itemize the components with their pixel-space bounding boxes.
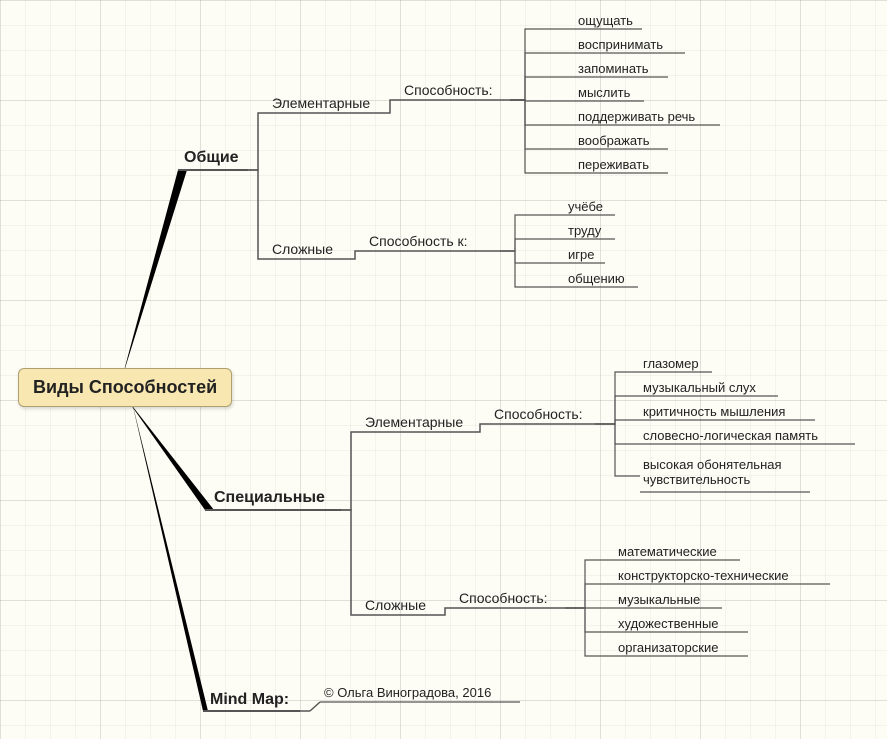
- leaf-special-elem-0: глазомер: [643, 356, 699, 371]
- leaf-special-compl-1: конструкторско-технические: [618, 568, 789, 583]
- leaf-general-elem-3: мыслить: [578, 85, 630, 100]
- leaf-special-elem-3: словесно-логическая память: [643, 428, 818, 443]
- leaf-special-elem-2: критичность мышления: [643, 404, 785, 419]
- general-elementary-ability: Способность:: [404, 82, 493, 98]
- special-elementary-ability: Способность:: [494, 406, 583, 422]
- branch-general: Общие: [184, 149, 239, 167]
- leaf-special-elem-1: музыкальный слух: [643, 380, 756, 395]
- leaf-general-compl-2: игре: [568, 247, 594, 262]
- leaf-special-elem-4: высокая обонятельная чувствительность: [643, 458, 823, 488]
- general-complex-ability: Способность к:: [369, 233, 468, 249]
- leaf-special-compl-3: художественные: [618, 616, 719, 631]
- general-elementary: Элементарные: [272, 95, 370, 111]
- general-complex: Сложные: [272, 241, 333, 257]
- leaf-general-elem-5: воображать: [578, 133, 650, 148]
- leaf-special-compl-4: организаторские: [618, 640, 718, 655]
- root-node: Виды Способностей: [18, 368, 232, 407]
- leaf-general-compl-3: общению: [568, 271, 625, 286]
- leaf-general-compl-0: учёбе: [568, 199, 603, 214]
- mindmap-credit: © Ольга Виноградова, 2016: [324, 685, 491, 700]
- leaf-general-elem-2: запоминать: [578, 61, 649, 76]
- branch-special: Специальные: [214, 489, 325, 507]
- leaf-special-compl-0: математические: [618, 544, 717, 559]
- leaf-general-elem-6: переживать: [578, 157, 649, 172]
- special-complex-ability: Способность:: [459, 590, 548, 606]
- leaf-general-elem-0: ощущать: [578, 13, 633, 28]
- leaf-special-compl-2: музыкальные: [618, 592, 700, 607]
- special-elementary: Элементарные: [365, 414, 463, 430]
- special-complex: Сложные: [365, 597, 426, 613]
- leaf-general-compl-1: труду: [568, 223, 601, 238]
- branch-mindmap: Mind Map:: [210, 691, 289, 709]
- leaf-general-elem-4: поддерживать речь: [578, 109, 695, 124]
- leaf-general-elem-1: воспринимать: [578, 37, 663, 52]
